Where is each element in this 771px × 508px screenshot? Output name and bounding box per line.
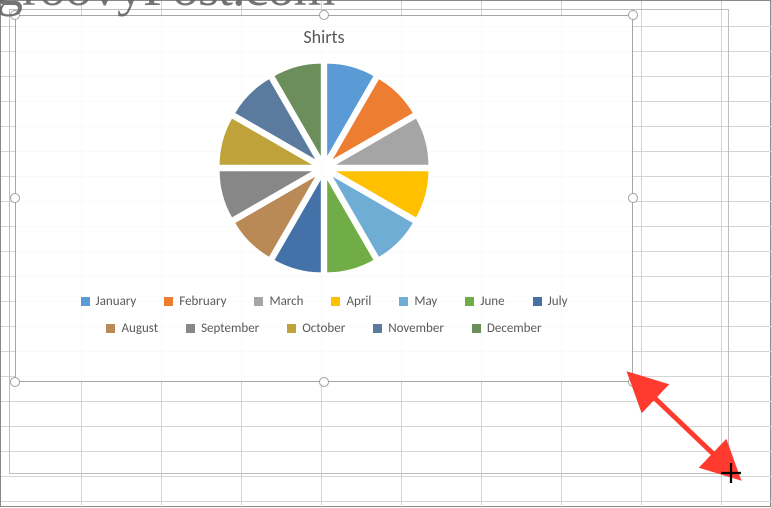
legend-label: September [201,321,259,336]
legend-label: March [269,294,303,309]
legend-item-july[interactable]: July [533,294,568,309]
swatch-icon [81,297,90,306]
legend-item-december[interactable]: December [472,321,542,336]
chart-title[interactable]: Shirts [16,26,632,48]
legend-label: January [96,294,137,309]
legend-item-may[interactable]: May [399,294,437,309]
swatch-icon [465,297,474,306]
resize-handle-mr[interactable] [628,193,638,203]
legend-item-april[interactable]: April [331,294,371,309]
chart-legend[interactable]: January February March April May June Ju… [16,288,632,352]
legend-item-february[interactable]: February [164,294,226,309]
swatch-icon [533,297,542,306]
swatch-icon [106,324,115,333]
legend-label: July [548,294,568,309]
legend-item-september[interactable]: September [186,321,259,336]
legend-label: May [414,294,437,309]
swatch-icon [472,324,481,333]
resize-handle-tm[interactable] [319,10,329,20]
swatch-icon [331,297,340,306]
legend-item-march[interactable]: March [254,294,303,309]
resize-handle-br[interactable] [628,377,638,387]
legend-label: December [487,321,542,336]
swatch-icon [254,297,263,306]
legend-item-august[interactable]: August [106,321,158,336]
legend-label: April [346,294,371,309]
pie-plot-area[interactable] [16,48,632,288]
resize-handle-bl[interactable] [10,377,20,387]
swatch-icon [399,297,408,306]
swatch-icon [164,297,173,306]
swatch-icon [373,324,382,333]
pie-chart[interactable] [209,53,439,283]
swatch-icon [287,324,296,333]
resize-handle-ml[interactable] [10,193,20,203]
legend-label: February [179,294,226,309]
legend-item-january[interactable]: January [81,294,137,309]
resize-handle-tl[interactable] [10,10,20,20]
swatch-icon [186,324,195,333]
legend-label: June [480,294,504,309]
chart-object[interactable]: Shirts January February March April May … [15,15,633,382]
legend-label: August [121,321,158,336]
resize-handle-bm[interactable] [319,377,329,387]
legend-label: November [388,321,444,336]
legend-item-november[interactable]: November [373,321,444,336]
legend-label: October [302,321,345,336]
resize-handle-tr[interactable] [628,10,638,20]
legend-item-october[interactable]: October [287,321,345,336]
legend-item-june[interactable]: June [465,294,504,309]
